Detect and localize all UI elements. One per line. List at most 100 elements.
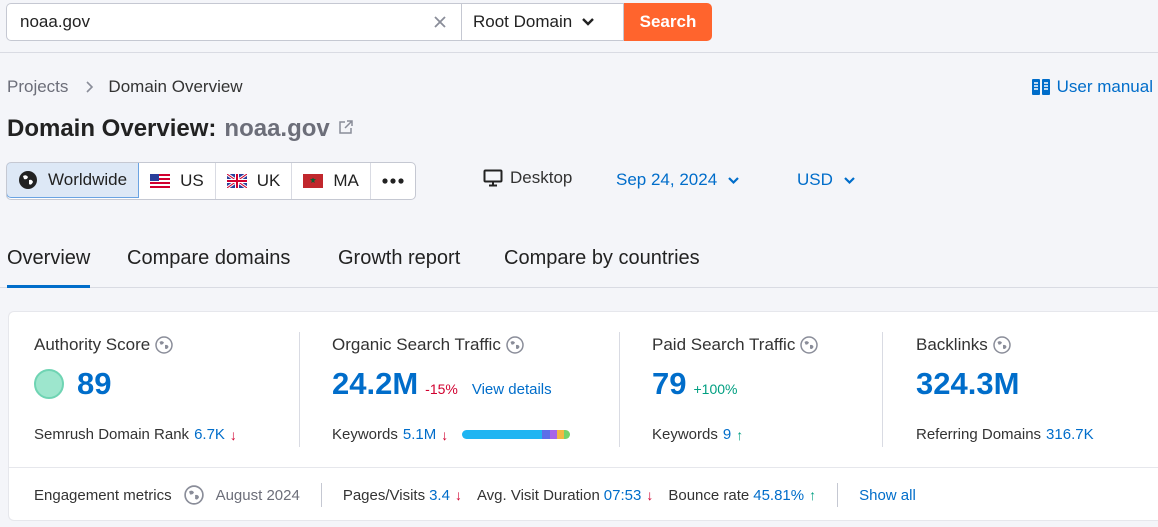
overview-card: Authority Score 89 Semrush Domain Rank 6… bbox=[8, 311, 1158, 521]
organic-traffic-delta: -15% bbox=[425, 381, 458, 397]
region-uk[interactable]: UK bbox=[216, 163, 293, 199]
scope-select-label: Root Domain bbox=[473, 12, 573, 31]
report-tabs: Overview Compare domains Growth report C… bbox=[0, 236, 1158, 288]
region-selector: Worldwide US UK MA bbox=[6, 162, 416, 200]
referring-domains-label: Referring Domains bbox=[916, 426, 1042, 443]
tab-growth-report[interactable]: Growth report bbox=[338, 247, 460, 288]
region-ma[interactable]: MA bbox=[292, 163, 371, 199]
tab-compare-by-countries[interactable]: Compare by countries bbox=[504, 247, 700, 288]
us-flag-icon bbox=[150, 174, 171, 188]
organic-keywords-row: Keywords 5.1M ↓ bbox=[332, 426, 571, 443]
device-select[interactable]: Desktop bbox=[483, 168, 572, 188]
organic-traffic-label: Organic Search Traffic bbox=[332, 335, 524, 355]
chevron-down-icon bbox=[728, 176, 739, 184]
globe-icon bbox=[19, 171, 37, 189]
region-us[interactable]: US bbox=[139, 163, 216, 199]
pages-per-visit-value[interactable]: 3.4 bbox=[429, 487, 450, 504]
pages-per-visit: Pages/Visits 3.4 ↓ bbox=[343, 487, 462, 504]
breadcrumb-current: Domain Overview bbox=[108, 77, 243, 96]
region-worldwide[interactable]: Worldwide bbox=[6, 163, 140, 198]
paid-keywords-row: Keywords 9 ↑ bbox=[652, 426, 743, 443]
search-input[interactable] bbox=[20, 4, 420, 40]
arrow-up-icon: ↑ bbox=[736, 426, 744, 443]
date-label: Sep 24, 2024 bbox=[616, 170, 718, 189]
domain-rank-value[interactable]: 6.7K bbox=[194, 426, 225, 443]
avg-visit-duration-label: Avg. Visit Duration bbox=[476, 486, 600, 504]
arrow-down-icon: ↓ bbox=[441, 426, 449, 443]
chevron-down-icon bbox=[582, 18, 595, 26]
region-label: MA bbox=[333, 171, 359, 190]
tab-compare-domains[interactable]: Compare domains bbox=[127, 247, 290, 288]
domain-rank-label: Semrush Domain Rank bbox=[34, 426, 190, 443]
keyword-bar-segment bbox=[549, 430, 558, 439]
more-dots-icon bbox=[382, 178, 404, 184]
book-icon bbox=[1031, 79, 1050, 95]
scope-select[interactable]: Root Domain bbox=[461, 3, 624, 41]
engagement-label: Engagement metrics bbox=[34, 486, 172, 504]
paid-traffic-delta: +100% bbox=[693, 381, 738, 397]
backlinks-value[interactable]: 324.3M bbox=[916, 366, 1019, 402]
organic-traffic-value-row: 24.2M -15% View details bbox=[332, 366, 552, 402]
keyword-distribution-bar[interactable] bbox=[462, 430, 571, 439]
authority-score-circle bbox=[34, 369, 64, 399]
metric-divider bbox=[619, 332, 620, 447]
bounce-rate-value[interactable]: 45.81% bbox=[753, 487, 804, 504]
globe-icon[interactable] bbox=[155, 336, 173, 354]
tab-overview[interactable]: Overview bbox=[7, 247, 91, 288]
currency-label: USD bbox=[797, 170, 833, 189]
device-label: Desktop bbox=[510, 168, 573, 187]
user-manual-label: User manual bbox=[1056, 77, 1153, 96]
authority-score-value[interactable]: 89 bbox=[77, 366, 111, 402]
globe-icon[interactable] bbox=[800, 336, 819, 354]
search-box bbox=[6, 3, 462, 41]
paid-traffic-label: Paid Search Traffic bbox=[652, 335, 819, 355]
authority-score-value-row: 89 bbox=[34, 366, 111, 402]
paid-traffic-value-row: 79 +100% bbox=[652, 366, 737, 402]
search-button[interactable]: Search bbox=[624, 3, 712, 41]
avg-visit-duration-value[interactable]: 07:53 bbox=[604, 487, 642, 504]
arrow-down-icon: ↓ bbox=[646, 487, 654, 503]
view-details-link[interactable]: View details bbox=[472, 381, 552, 398]
breadcrumb-projects-link[interactable]: Projects bbox=[7, 77, 68, 97]
external-link-icon[interactable] bbox=[338, 119, 354, 135]
organic-traffic-title: Organic Search Traffic bbox=[332, 335, 501, 354]
arrow-down-icon: ↓ bbox=[229, 426, 237, 443]
organic-traffic-value[interactable]: 24.2M bbox=[332, 366, 418, 402]
currency-select[interactable]: USD bbox=[797, 170, 856, 190]
domain-rank-row: Semrush Domain Rank 6.7K ↓ bbox=[34, 426, 237, 443]
clear-icon[interactable] bbox=[430, 12, 450, 32]
bounce-rate: Bounce rate 45.81% ↑ bbox=[668, 487, 816, 504]
search-bar: Root Domain Search bbox=[0, 0, 1158, 53]
date-select[interactable]: Sep 24, 2024 bbox=[616, 170, 740, 190]
globe-icon[interactable] bbox=[993, 336, 1011, 354]
show-all-link[interactable]: Show all bbox=[859, 487, 916, 504]
engagement-divider bbox=[837, 483, 839, 507]
authority-score-title: Authority Score bbox=[34, 335, 151, 354]
breadcrumb: Projects Domain Overview bbox=[7, 77, 243, 97]
organic-keywords-value[interactable]: 5.1M bbox=[403, 426, 436, 443]
keyword-bar-segment bbox=[462, 430, 543, 439]
paid-traffic-value[interactable]: 79 bbox=[652, 366, 686, 402]
region-label: US bbox=[180, 171, 204, 190]
arrow-up-icon: ↑ bbox=[809, 487, 817, 503]
referring-domains-row: Referring Domains 316.7K bbox=[916, 426, 1094, 443]
bounce-rate-label: Bounce rate bbox=[668, 486, 750, 504]
morocco-flag-icon bbox=[303, 174, 324, 188]
page-title-domain[interactable]: noaa.gov bbox=[224, 115, 329, 143]
backlinks-label: Backlinks bbox=[916, 335, 1011, 355]
chevron-down-icon bbox=[844, 176, 855, 184]
user-manual-link[interactable]: User manual bbox=[1031, 77, 1153, 97]
page-title-prefix: Domain Overview: bbox=[7, 115, 217, 142]
pages-per-visit-label: Pages/Visits bbox=[342, 486, 426, 504]
avg-visit-duration: Avg. Visit Duration 07:53 ↓ bbox=[477, 487, 653, 504]
paid-keywords-value[interactable]: 9 bbox=[723, 426, 731, 443]
referring-domains-value[interactable]: 316.7K bbox=[1046, 426, 1094, 443]
backlinks-value-row: 324.3M bbox=[916, 366, 1019, 402]
keyword-bar-segment bbox=[542, 430, 550, 439]
globe-icon[interactable] bbox=[506, 336, 524, 354]
globe-icon[interactable] bbox=[183, 485, 204, 505]
region-label: UK bbox=[256, 171, 281, 190]
chevron-right-icon bbox=[86, 81, 94, 93]
more-regions-button[interactable] bbox=[371, 163, 415, 199]
paid-traffic-title: Paid Search Traffic bbox=[652, 335, 796, 354]
